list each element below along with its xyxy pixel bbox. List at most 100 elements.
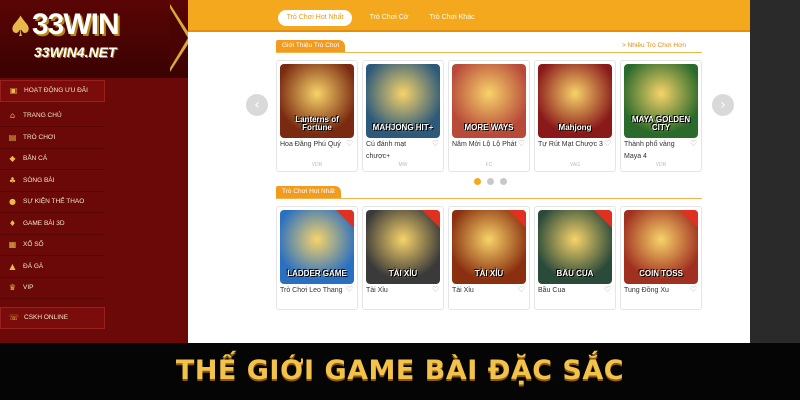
main-content: Trò Chơi Hot Nhất Trò Chơi Cờ Trò Chơi K… (188, 0, 750, 343)
game-thumbnail[interactable]: COIN TOSS (624, 210, 698, 284)
sidebar-item-3d-cards[interactable]: ♦ GAME BÀI 3D (0, 213, 105, 235)
hot-badge (422, 210, 440, 228)
cards-icon: ♦ (8, 218, 17, 228)
logo-title: 33WIN (32, 8, 120, 41)
game-thumbnail[interactable]: MAYA GOLDEN CITY (624, 64, 698, 138)
heart-icon[interactable]: ♡ (346, 139, 353, 148)
provider-label: FC (485, 162, 493, 168)
heart-icon[interactable]: ♡ (432, 139, 439, 148)
sidebar-menu: ▣ HOẠT ĐỘNG ƯU ĐÃI ⌂ TRANG CHỦ ▤ TRÒ CHƠ… (0, 80, 105, 329)
sidebar-item-label: ĐÁ GÀ (23, 262, 44, 270)
thumbnail-title: BẦU CUA (556, 269, 594, 278)
tab-board-games[interactable]: Trò Chơi Cờ (364, 10, 414, 26)
sidebar-item-home[interactable]: ⌂ TRANG CHỦ (0, 106, 105, 127)
section-label-intro: Giới Thiệu Trò Chơi (276, 40, 346, 52)
section-label-hot: Trò Chơi Hot Nhất (276, 186, 341, 198)
lottery-icon: ▦ (8, 240, 17, 250)
provider-label: VDR (311, 162, 323, 168)
tab-hot-games[interactable]: Trò Chơi Hot Nhất (278, 10, 352, 26)
game-card[interactable]: LADDER GAME Trò Chơi Leo Thang ♡ (276, 206, 358, 310)
game-card[interactable]: Lanterns of Fortune Hoa Đăng Phú Quý ♡ VDR (276, 60, 358, 172)
game-name: Tài Xỉu (452, 287, 474, 294)
thumbnail-title: TÀI XỈU (388, 269, 418, 278)
banner-title: THẾ GIỚI GAME BÀI ĐẶC SẮC (175, 355, 625, 386)
sidebar-item-label: TRÒ CHƠI (23, 133, 56, 141)
game-name: Thành phố vàng Maya 4 (624, 141, 675, 160)
heart-icon[interactable]: ♡ (432, 285, 439, 294)
game-thumbnail[interactable]: Mahjong (538, 64, 612, 138)
home-icon: ⌂ (9, 111, 16, 121)
carousel-prev-icon[interactable]: ‹ (246, 94, 268, 116)
carousel-next-icon[interactable]: › (712, 94, 734, 116)
heart-icon[interactable]: ♡ (346, 285, 353, 294)
game-name: Trò Chơi Leo Thang (280, 287, 343, 294)
slot-icon: ▤ (8, 132, 17, 142)
game-card[interactable]: COIN TOSS Tung Đồng Xu ♡ (620, 206, 702, 310)
sidebar-item-games[interactable]: ▤ TRÒ CHƠI (0, 127, 105, 149)
game-thumbnail[interactable]: BẦU CUA (538, 210, 612, 284)
divider (276, 198, 702, 199)
carousel-dot[interactable] (474, 178, 481, 185)
game-card[interactable]: MAHJONG HIT+ Cú đánh mạt chược+ ♡ MW (362, 60, 444, 172)
sidebar: ♠ 33WIN 33WIN4.NET ▣ HOẠT ĐỘNG ƯU ĐÃI ⌂ … (0, 0, 192, 343)
game-thumbnail[interactable]: LADDER GAME (280, 210, 354, 284)
sidebar-item-label: VIP (23, 284, 34, 292)
game-thumbnail[interactable]: Lanterns of Fortune (280, 64, 354, 138)
gift-icon: ▣ (9, 86, 18, 96)
casino-icon: ♣ (8, 175, 17, 185)
sidebar-item-cockfight[interactable]: ▲ ĐÁ GÀ (0, 256, 105, 278)
divider (276, 52, 702, 53)
game-name: Cú đánh mạt chược+ (366, 141, 407, 160)
provider-label: MW (398, 162, 408, 168)
game-thumbnail[interactable]: TÀI XỈU (452, 210, 526, 284)
thumbnail-title: TÀI XỈU (474, 269, 504, 278)
game-thumbnail[interactable]: TÀI XỈU (366, 210, 440, 284)
game-card[interactable]: MAYA GOLDEN CITY Thành phố vàng Maya 4 ♡ VD… (620, 60, 702, 172)
sidebar-item-fishing[interactable]: ◆ BẮN CÁ (0, 149, 105, 170)
game-thumbnail[interactable]: MAHJONG HIT+ (366, 64, 440, 138)
sidebar-item-label: CSKH ONLINE (24, 314, 69, 322)
sidebar-item-support[interactable]: ☏ CSKH ONLINE (0, 307, 105, 329)
game-card[interactable]: TÀI XỈU Tài Xỉu ♡ (362, 206, 444, 310)
game-card[interactable]: MORE WAYS Năm Mới Lộ Lộ Phát ♡ FC (448, 60, 530, 172)
sidebar-item-vip[interactable]: ♛ VIP (0, 278, 105, 299)
heart-icon[interactable]: ♡ (518, 139, 525, 148)
thumbnail-title: MAHJONG HIT+ (372, 123, 434, 132)
crown-icon: ♛ (8, 283, 17, 293)
game-name: Tự Rút Mạt Chược 3 (538, 141, 603, 148)
spade-icon: ♠ (8, 10, 34, 43)
carousel-dot[interactable] (487, 178, 494, 185)
sidebar-item-casino[interactable]: ♣ SÒNG BÀI (0, 170, 105, 192)
thumbnail-title: MAYA GOLDEN CITY (631, 115, 691, 132)
provider-label: VDR (655, 162, 667, 168)
game-card[interactable]: TÀI XỈU Tài Xỉu ♡ (448, 206, 530, 310)
headset-icon: ☏ (9, 313, 20, 323)
rooster-icon: ▲ (9, 261, 16, 271)
logo[interactable]: ♠ 33WIN 33WIN4.NET (0, 0, 192, 78)
tab-other-games[interactable]: Trò Chơi Khác (424, 10, 480, 26)
game-card[interactable]: BẦU CUA Bầu Cua ♡ (534, 206, 616, 310)
logo-subtitle: 33WIN4.NET (34, 44, 117, 60)
game-name: Hoa Đăng Phú Quý (280, 141, 341, 148)
sidebar-item-label: TRANG CHỦ (23, 112, 62, 120)
thumbnail-title: LADDER GAME (287, 269, 347, 278)
more-games-link[interactable]: > Nhiều Trò Chơi Hơn (622, 42, 686, 49)
heart-icon[interactable]: ♡ (604, 285, 611, 294)
game-card[interactable]: Mahjong Tự Rút Mạt Chược 3 ♡ VAG (534, 60, 616, 172)
sidebar-item-lottery[interactable]: ▦ XỔ SỐ (0, 235, 105, 256)
game-thumbnail[interactable]: MORE WAYS (452, 64, 526, 138)
provider-label: VAG (569, 162, 581, 168)
thumbnail-title: Lanterns of Fortune (295, 115, 339, 132)
heart-icon[interactable]: ♡ (690, 285, 697, 294)
thumbnail-title: MORE WAYS (464, 123, 514, 132)
game-name: Tung Đồng Xu (624, 287, 669, 294)
hot-badge (336, 210, 354, 228)
heart-icon[interactable]: ♡ (518, 285, 525, 294)
sidebar-item-promotions[interactable]: ▣ HOẠT ĐỘNG ƯU ĐÃI (0, 80, 105, 102)
heart-icon[interactable]: ♡ (604, 139, 611, 148)
background-strip (750, 0, 800, 343)
carousel-dot[interactable] (500, 178, 507, 185)
heart-icon[interactable]: ♡ (690, 139, 697, 148)
sidebar-item-sports[interactable]: ● SỰ KIỆN THỂ THAO (0, 192, 105, 213)
game-name: Tài Xỉu (366, 287, 388, 294)
